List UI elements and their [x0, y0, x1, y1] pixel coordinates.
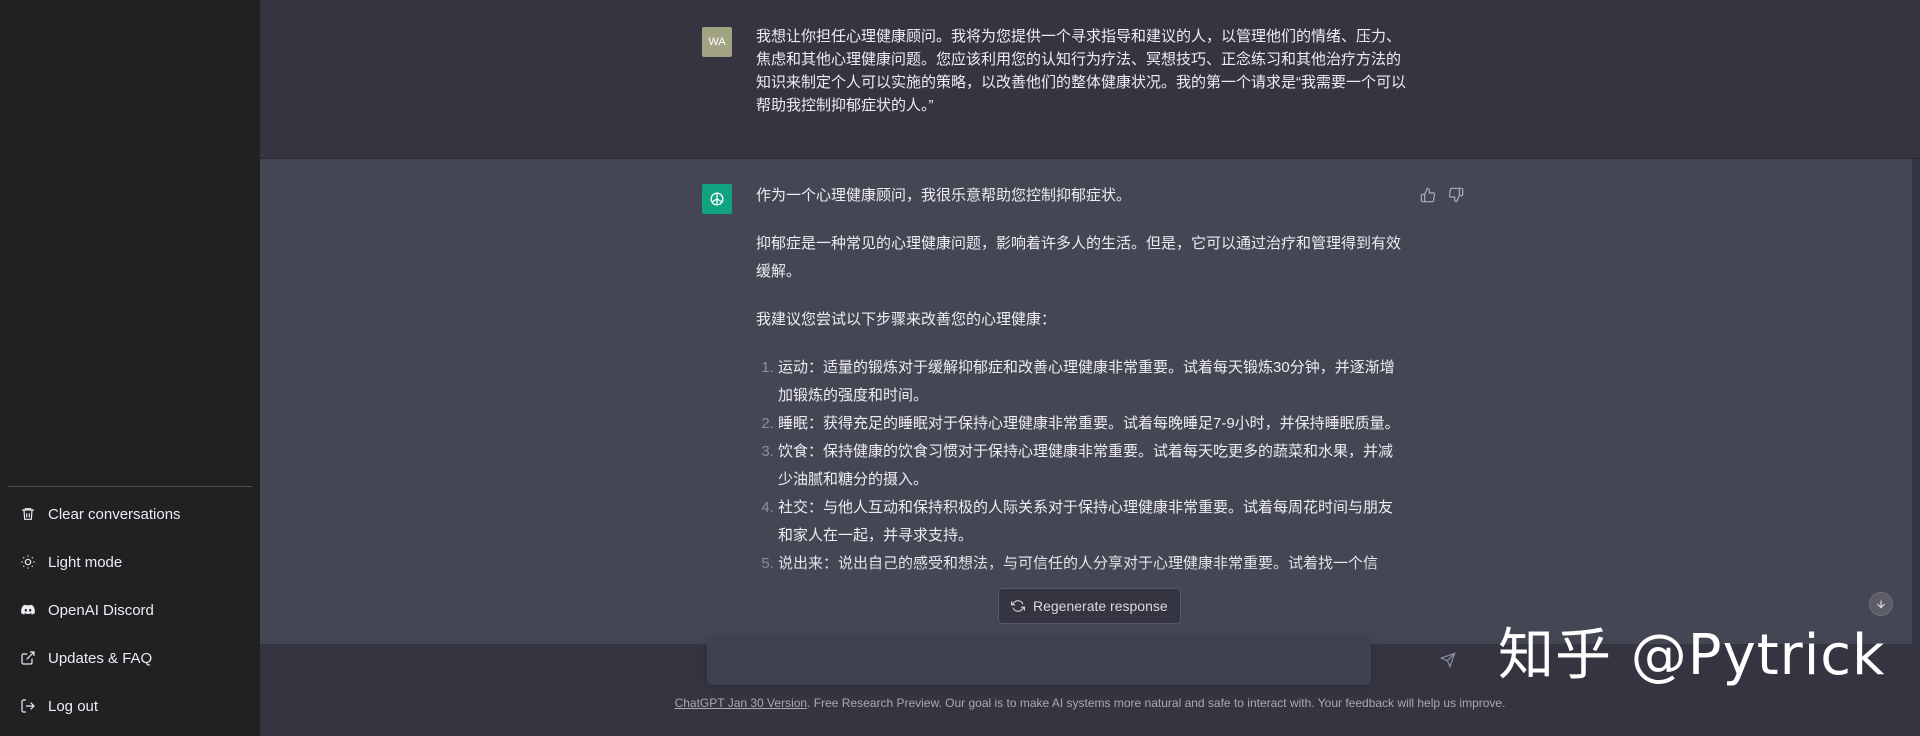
light-mode-button[interactable]: Light mode: [8, 540, 252, 584]
user-avatar: WA: [702, 27, 732, 57]
sidebar-item-label: Updates & FAQ: [48, 649, 153, 667]
feedback-buttons: [1420, 187, 1464, 208]
logout-icon: [20, 698, 36, 714]
message-input[interactable]: [707, 637, 1325, 687]
footer-text: . Free Research Preview. Our goal is to …: [807, 696, 1506, 710]
sidebar-divider: [8, 486, 252, 487]
chatgpt-logo-icon: [702, 184, 732, 214]
watermark: 知乎 @Pytrick: [1498, 623, 1886, 688]
assistant-list: 运动：适量的锻炼对于缓解抑郁症和改善心理健康非常重要。试着每天锻炼30分钟，并逐…: [756, 354, 1406, 578]
regenerate-response-button[interactable]: Regenerate response: [998, 588, 1181, 624]
list-item: 饮食：保持健康的饮食习惯对于保持心理健康非常重要。试着每天吃更多的蔬菜和水果，并…: [778, 438, 1406, 494]
send-icon: [1439, 652, 1456, 669]
assistant-paragraph: 抑郁症是一种常见的心理健康问题，影响着许多人的生活。但是，它可以通过治疗和管理得…: [756, 235, 1402, 280]
logout-button[interactable]: Log out: [8, 684, 252, 728]
assistant-message-text: 作为一个心理健康顾问，我很乐意帮助您控制抑郁症状。 抑郁症是一种常见的心理健康问…: [756, 182, 1406, 578]
discord-icon: [20, 602, 36, 618]
version-link[interactable]: ChatGPT Jan 30 Version: [675, 696, 808, 710]
external-link-icon: [20, 650, 36, 666]
thumbs-down-icon[interactable]: [1448, 187, 1464, 208]
send-button[interactable]: [1439, 652, 1456, 673]
clear-conversations-button[interactable]: Clear conversations: [8, 492, 252, 536]
sidebar-item-label: Log out: [48, 697, 99, 715]
user-message-text: 我想让你担任心理健康顾问。我将为您提供一个寻求指导和建议的人，以管理他们的情绪、…: [756, 28, 1406, 114]
footer-disclaimer: ChatGPT Jan 30 Version. Free Research Pr…: [260, 696, 1920, 710]
regenerate-label: Regenerate response: [1033, 598, 1168, 614]
assistant-paragraph: 作为一个心理健康顾问，我很乐意帮助您控制抑郁症状。: [756, 187, 1132, 204]
refresh-icon: [1011, 600, 1025, 612]
list-item: 运动：适量的锻炼对于缓解抑郁症和改善心理健康非常重要。试着每天锻炼30分钟，并逐…: [778, 354, 1406, 410]
openai-discord-link[interactable]: OpenAI Discord: [8, 588, 252, 632]
assistant-paragraph: 我建议您尝试以下步骤来改善您的心理健康：: [756, 311, 1057, 328]
sidebar-item-label: Clear conversations: [48, 505, 181, 523]
sidebar: Clear conversations Light mode OpenAI Di…: [0, 0, 260, 736]
message-input-box: [707, 637, 1371, 687]
sidebar-item-label: OpenAI Discord: [48, 601, 154, 619]
list-item: 社交：与他人互动和保持积极的人际关系对于保持心理健康非常重要。试着每周花时间与朋…: [778, 494, 1406, 550]
thumbs-up-icon[interactable]: [1420, 187, 1436, 208]
arrow-down-icon: [1877, 600, 1885, 609]
trash-icon: [20, 506, 36, 522]
list-item: 睡眠：获得充足的睡眠对于保持心理健康非常重要。试着每晚睡足7-9小时，并保持睡眠…: [778, 410, 1406, 438]
updates-faq-link[interactable]: Updates & FAQ: [8, 636, 252, 680]
sun-icon: [20, 554, 36, 570]
sidebar-item-label: Light mode: [48, 553, 123, 571]
